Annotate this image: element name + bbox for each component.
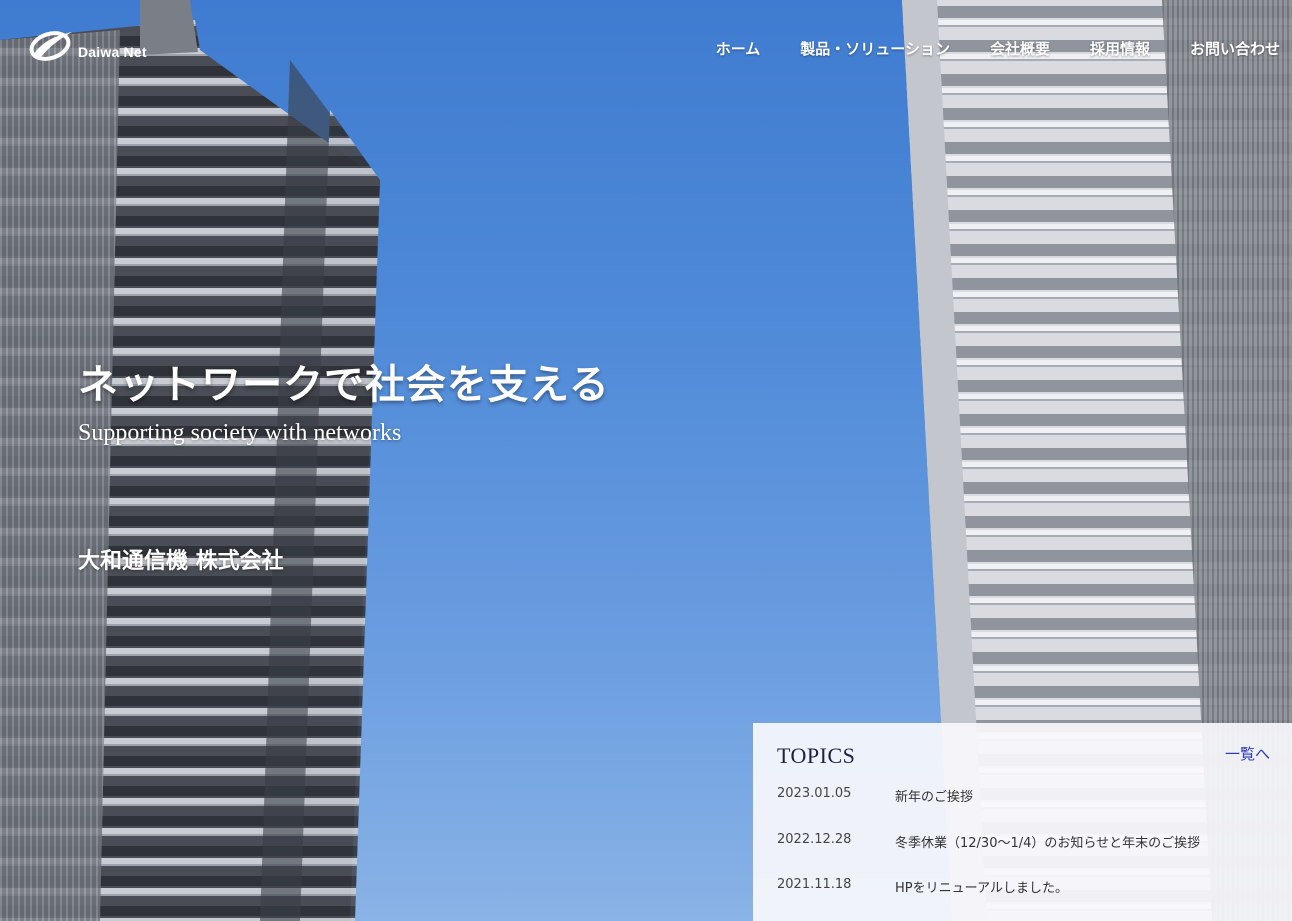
topics-heading: TOPICS — [777, 743, 856, 768]
hero-subtitle: Supporting society with networks — [78, 420, 402, 446]
topic-date: 2021.11.18 — [777, 877, 852, 892]
nav-item-contact[interactable]: お問い合わせ — [1190, 38, 1280, 59]
topic-text: 新年のご挨拶 — [895, 790, 974, 805]
nav-item-products[interactable]: 製品・ソリューション — [800, 38, 950, 59]
topic-date: 2023.01.05 — [777, 786, 852, 801]
logo-text: Daiwa Net — [78, 44, 147, 60]
building-left-image — [0, 0, 380, 921]
topic-text: 冬季休業（12/30～1/4）のお知らせと年末のご挨拶 — [895, 836, 1201, 851]
daiwa-logo-icon — [29, 31, 72, 61]
main-nav: ホーム 製品・ソリューション 会社概要 採用情報 お問い合わせ — [676, 38, 1280, 59]
topic-item[interactable]: 2022.12.28 冬季休業（12/30～1/4）のお知らせと年末のご挨拶 — [777, 832, 1200, 851]
nav-item-home[interactable]: ホーム — [716, 38, 761, 59]
nav-item-careers[interactable]: 採用情報 — [1090, 38, 1150, 59]
topics-more-link[interactable]: 一覧へ — [1225, 743, 1270, 764]
nav-item-company[interactable]: 会社概要 — [990, 38, 1050, 59]
topic-item[interactable]: 2021.11.18 HPをリニューアルしました。 — [777, 877, 1068, 896]
company-name: 大和通信機 株式会社 — [78, 548, 284, 574]
hero-background: Daiwa Net ホーム 製品・ソリューション 会社概要 採用情報 お問い合わ… — [0, 0, 1292, 921]
hero-title: ネットワークで社会を支える — [78, 361, 610, 408]
topic-text: HPをリニューアルしました。 — [895, 881, 1068, 896]
logo[interactable]: Daiwa Net — [28, 28, 147, 62]
topic-item[interactable]: 2023.01.05 新年のご挨拶 — [777, 786, 973, 805]
topic-date: 2022.12.28 — [777, 832, 852, 847]
topics-panel: TOPICS 一覧へ 2023.01.05 新年のご挨拶 2022.12.28 … — [753, 723, 1292, 921]
